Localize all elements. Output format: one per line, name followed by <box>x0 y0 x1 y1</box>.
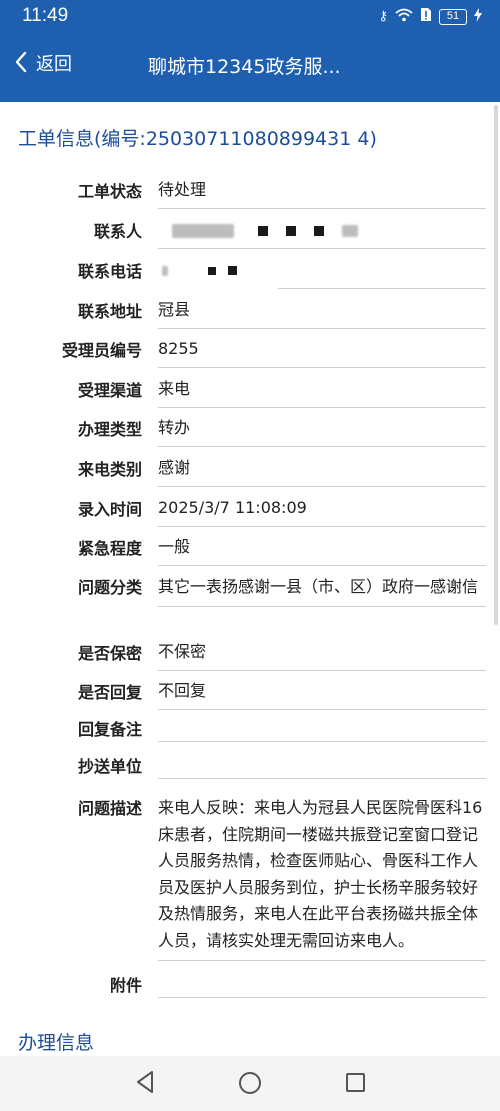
charging-icon <box>474 7 482 26</box>
field-label: 联系电话 <box>77 262 142 281</box>
redaction-blur <box>342 224 358 237</box>
field-value: 不保密 <box>158 640 486 671</box>
field-label: 联系地址 <box>77 302 142 321</box>
field-value-redacted <box>158 258 486 288</box>
field-value: 冠县 <box>158 298 486 329</box>
field-label: 抄送单位 <box>77 757 142 776</box>
field-value <box>158 753 486 779</box>
nav-home-button[interactable] <box>237 1070 263 1096</box>
divider <box>278 288 486 289</box>
field-label: 问题分类 <box>77 578 142 597</box>
redaction-block <box>314 225 324 236</box>
field-label: 联系人 <box>93 222 142 241</box>
clock: 11:49 <box>22 5 69 26</box>
field-label: 办理类型 <box>77 420 142 439</box>
field-value: 感谢 <box>158 456 486 487</box>
battery-icon: 51 <box>439 8 467 25</box>
field-value: 不回复 <box>158 679 486 710</box>
back-button[interactable]: 返回 <box>14 50 72 80</box>
field-label: 工单状态 <box>77 182 142 201</box>
field-value: 转办 <box>158 416 486 447</box>
sim-alert-icon <box>420 7 432 26</box>
field-value: 其它一表扬感谢一县（市、区）政府一感谢信 <box>158 574 486 607</box>
system-nav-bar <box>0 1056 500 1111</box>
field-value: 一般 <box>158 535 486 566</box>
field-value-redacted <box>158 218 486 249</box>
field-label: 回复备注 <box>77 720 142 739</box>
field-label: 紧急程度 <box>77 539 142 558</box>
field-value: 来电 <box>158 377 486 408</box>
field-label: 录入时间 <box>77 500 142 519</box>
field-value: 来电人反映：来电人为冠县人民医院骨医科16床患者，住院期间一楼磁共振登记室窗口登… <box>158 795 486 961</box>
circle-home-icon <box>239 1072 261 1094</box>
ticket-section-title: 工单信息(编号:25030711080899431 4) <box>18 128 377 150</box>
field-label: 受理渠道 <box>77 381 142 400</box>
app-header: 返回 聊城市12345政务服... <box>0 32 500 102</box>
field-value: 2025/3/7 11:08:09 <box>158 496 486 527</box>
chevron-left-icon <box>14 50 28 80</box>
redaction-block <box>228 266 237 275</box>
field-value <box>158 972 486 998</box>
field-label: 是否回复 <box>77 683 142 702</box>
nav-back-button[interactable] <box>132 1070 158 1096</box>
field-label: 是否保密 <box>77 644 142 663</box>
wifi-icon <box>395 8 413 26</box>
field-value: 8255 <box>158 337 486 368</box>
field-label: 附件 <box>109 976 142 995</box>
process-section-title: 办理信息 <box>18 1032 95 1054</box>
redaction-blur <box>162 265 168 276</box>
nav-recents-button[interactable] <box>342 1070 368 1096</box>
field-label: 来电类别 <box>77 460 142 479</box>
field-label: 受理员编号 <box>61 341 142 360</box>
back-label: 返回 <box>36 54 72 75</box>
triangle-back-icon <box>137 1071 153 1093</box>
redaction-blur <box>172 223 234 238</box>
field-label: 问题描述 <box>77 799 142 818</box>
status-bar: 11:49 ⚷ 51 <box>0 0 500 32</box>
field-value: 待处理 <box>158 178 486 209</box>
redaction-block <box>286 225 296 236</box>
redaction-block <box>208 266 216 275</box>
key-icon: ⚷ <box>378 9 388 24</box>
page-title: 聊城市12345政务服... <box>148 56 341 78</box>
square-recents-icon <box>345 1073 365 1092</box>
field-value <box>158 716 486 742</box>
status-icons: ⚷ 51 <box>378 7 482 26</box>
scrollbar[interactable] <box>494 105 498 625</box>
redaction-block <box>258 225 268 236</box>
